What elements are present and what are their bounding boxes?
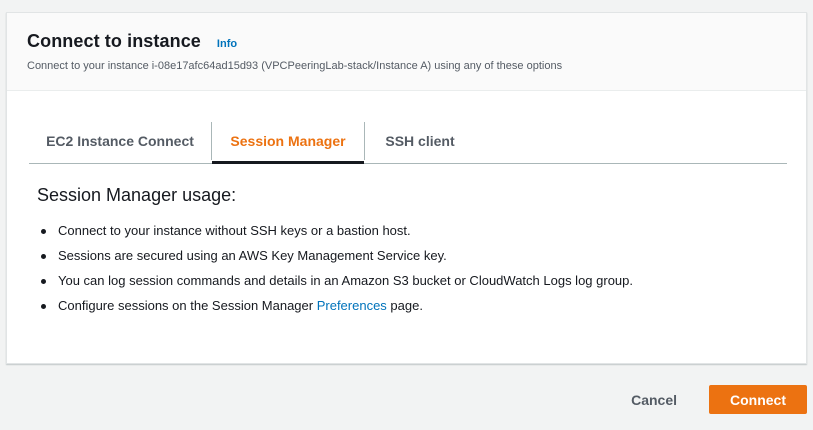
page-subtitle: Connect to your instance i-08e17afc64ad1… — [27, 60, 563, 72]
session-manager-content: Session Manager usage: Connect to your i… — [37, 185, 777, 318]
panel-header: Connect to instance Info Connect to your… — [7, 13, 806, 91]
title-row: Connect to instance Info — [27, 31, 786, 52]
tab-ssh-client[interactable]: SSH client — [365, 119, 475, 163]
preferences-link[interactable]: Preferences — [317, 298, 387, 313]
list-item: Connect to your instance without SSH key… — [37, 218, 777, 243]
info-link[interactable]: Info — [217, 38, 237, 50]
connect-panel: Connect to instance Info Connect to your… — [6, 12, 807, 364]
tab-ec2-instance-connect[interactable]: EC2 Instance Connect — [29, 119, 211, 163]
footer-actions: Cancel Connect — [617, 385, 807, 414]
section-heading: Session Manager usage: — [37, 185, 237, 205]
list-item: Configure sessions on the Session Manage… — [37, 293, 777, 318]
cancel-button[interactable]: Cancel — [617, 385, 691, 414]
list-item: Sessions are secured using an AWS Key Ma… — [37, 243, 777, 268]
usage-list: Connect to your instance without SSH key… — [37, 218, 777, 318]
list-item-text: page. — [386, 298, 423, 313]
tab-session-manager[interactable]: Session Manager — [212, 119, 364, 164]
connection-tabs: EC2 Instance Connect Session Manager SSH… — [29, 119, 787, 164]
list-item-text: Configure sessions on the Session Manage… — [58, 298, 317, 313]
connect-button[interactable]: Connect — [709, 385, 807, 414]
page-title: Connect to instance — [27, 31, 201, 51]
list-item: You can log session commands and details… — [37, 268, 777, 293]
